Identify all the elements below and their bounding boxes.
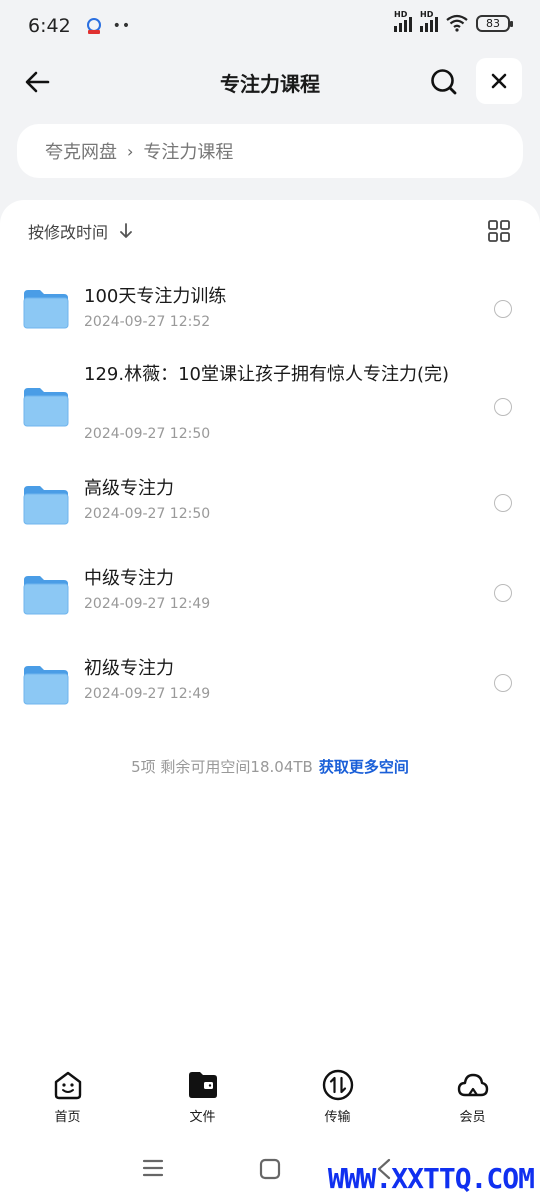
transfer-icon	[322, 1069, 353, 1101]
grid-view-icon[interactable]	[488, 220, 510, 242]
folder-icon	[23, 388, 69, 427]
status-indicators: HD HD 83	[394, 10, 513, 32]
tab-label: 文件	[189, 1110, 216, 1125]
folder-icon	[23, 486, 69, 525]
tab-membership[interactable]: 会员	[405, 1068, 540, 1128]
list-item[interactable]: 初级专注力 2024-09-27 12:49	[0, 638, 540, 728]
top-app-bar: 专注力课程	[0, 52, 540, 112]
home-face-icon	[54, 1071, 81, 1100]
tab-label: 首页	[54, 1110, 81, 1125]
menu-icon[interactable]	[142, 1158, 164, 1178]
breadcrumb-current: 专注力课程	[143, 142, 234, 163]
home-square-icon[interactable]	[259, 1158, 281, 1180]
storage-summary: 5项 剩余可用空间18.04TB 获取更多空间	[0, 756, 540, 777]
select-checkbox[interactable]	[494, 584, 512, 602]
close-button[interactable]	[476, 58, 522, 104]
select-checkbox[interactable]	[494, 300, 512, 318]
file-name: 初级专注力	[84, 658, 174, 679]
breadcrumb-root[interactable]: 夸克网盘	[45, 138, 117, 164]
select-checkbox[interactable]	[494, 398, 512, 416]
watermark: WWW.XXTTQ.COM	[327, 1162, 535, 1195]
file-date: 2024-09-27 12:49	[84, 686, 211, 702]
arrow-down-icon[interactable]	[118, 222, 134, 240]
folder-icon	[23, 290, 69, 329]
file-name: 100天专注力训练	[84, 286, 227, 307]
storage-summary-text: 5项 剩余可用空间18.04TB	[131, 758, 313, 776]
breadcrumb: 夸克网盘 › 专注力课程	[17, 124, 523, 178]
search-icon[interactable]	[428, 66, 460, 98]
list-item[interactable]: 高级专注力 2024-09-27 12:50	[0, 458, 540, 548]
tab-home[interactable]: 首页	[0, 1068, 135, 1128]
sort-bar: 按修改时间	[0, 200, 540, 262]
select-checkbox[interactable]	[494, 674, 512, 692]
file-name: 129.林薇：10堂课让孩子拥有惊人专注力(完)	[84, 364, 450, 385]
wifi-icon	[446, 14, 468, 32]
close-icon	[491, 73, 507, 89]
cloud-icon	[457, 1073, 488, 1097]
list-item[interactable]: 129.林薇：10堂课让孩子拥有惊人专注力(完) 2024-09-27 12:5…	[0, 352, 540, 458]
signal-icon: HD	[394, 10, 412, 32]
file-name: 高级专注力	[84, 478, 174, 499]
folder-icon	[23, 666, 69, 705]
list-item[interactable]: 中级专注力 2024-09-27 12:49	[0, 548, 540, 638]
tab-label: 传输	[324, 1110, 351, 1125]
hd-label: HD	[394, 10, 408, 19]
file-name: 中级专注力	[84, 568, 174, 589]
bottom-tab-bar: 首页 文件 传输 会员	[0, 1068, 540, 1128]
signal-icon: HD	[420, 10, 438, 32]
file-date: 2024-09-27 12:50	[84, 426, 211, 442]
folder-file-icon	[188, 1072, 217, 1098]
app-notification-icon	[86, 18, 101, 34]
battery-icon: 83	[476, 14, 513, 32]
list-item[interactable]: 100天专注力训练 2024-09-27 12:52	[0, 262, 540, 352]
battery-level: 83	[486, 16, 500, 30]
file-date: 2024-09-27 12:50	[84, 506, 211, 522]
select-checkbox[interactable]	[494, 494, 512, 512]
tab-files[interactable]: 文件	[135, 1068, 270, 1128]
get-more-space-link[interactable]: 获取更多空间	[319, 758, 409, 776]
file-list: 100天专注力训练 2024-09-27 12:52 129.林薇：10堂课让孩…	[0, 262, 540, 728]
status-time: 6:42	[28, 15, 71, 37]
folder-icon	[23, 576, 69, 615]
sort-button[interactable]: 按修改时间	[28, 219, 108, 243]
breadcrumb-separator: ›	[127, 141, 134, 161]
tab-label: 会员	[459, 1110, 486, 1125]
tab-transfer[interactable]: 传输	[270, 1068, 405, 1128]
file-date: 2024-09-27 12:49	[84, 596, 211, 612]
status-more-dots: ••	[112, 18, 132, 34]
status-bar: 6:42 •• HD HD 83	[0, 0, 540, 52]
hd-label: HD	[420, 10, 434, 19]
file-panel: 按修改时间 100天专注力训练 2024-09-27 12:52 129.林薇：…	[0, 200, 540, 1200]
file-date: 2024-09-27 12:52	[84, 314, 211, 330]
